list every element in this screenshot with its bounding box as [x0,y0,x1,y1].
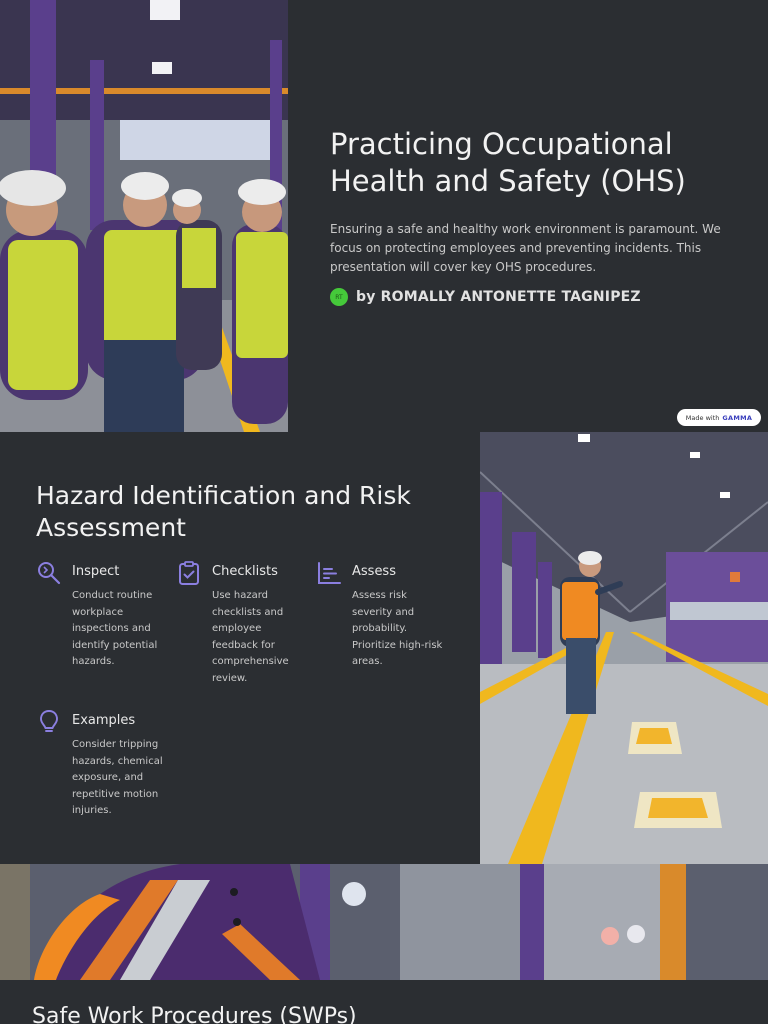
item-title: Checklists [212,564,278,579]
vest-closeup-photo [0,864,768,980]
lightbulb-icon [40,710,58,732]
item-title: Inspect [72,564,120,579]
gamma-logo: GAMMA [722,413,753,422]
workers-photo [0,0,288,432]
author-name: by ROMALLY ANTONETTE TAGNIPEZ [356,289,641,305]
presentation-title: Practicing Occupational Health and Safet… [330,127,686,198]
presentation-description: Ensuring a safe and healthy work environ… [330,222,721,274]
warehouse-worker-photo [480,432,768,864]
slide-title: Practicing Occupational Health and Safet… [0,0,768,432]
author-avatar: RT [330,288,348,306]
item-text: Conduct routine workplace inspections an… [72,590,158,667]
badge-prefix: Made with [685,413,720,422]
item-title: Assess [352,564,396,579]
author-credit: RT by ROMALLY ANTONETTE TAGNIPEZ [330,288,641,306]
item-text: Consider tripping hazards, chemical expo… [72,739,163,816]
item-text: Assess risk severity and probability. Pr… [352,590,443,667]
clipboard-check-icon [179,561,199,585]
slide3-title: Safe Work Procedures (SWPs) [32,1004,357,1024]
slide-hazard-identification: Hazard Identification and Risk Assessmen… [0,432,768,864]
item-text: Use hazard checklists and employee feedb… [212,590,289,684]
item-title: Examples [72,713,136,728]
made-with-gamma-badge[interactable]: Made with GAMMA [677,409,761,426]
slide-title: Hazard Identification and Risk Assessmen… [36,481,411,542]
chart-icon [318,562,341,584]
inspect-icon [38,562,61,585]
